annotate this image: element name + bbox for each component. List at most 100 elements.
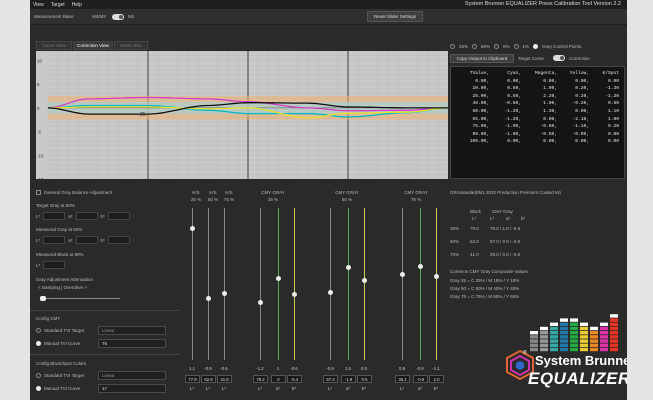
slider-value-box[interactable]: 77.9 [185,375,200,383]
output-table[interactable]: TValue, Cyan, Magenta, Yellow, K/Spot 0.00, 0.… [450,66,625,179]
eq-bar-segment [540,335,548,339]
manual-tvi-k-select[interactable]: 17 [98,384,166,393]
mode-1-label: 1% [522,43,530,49]
slider-handle[interactable] [206,296,211,301]
mode-0-radio[interactable] [494,43,500,49]
composite-row: Gray 50 = C 50% / M 40% / Y 40% [450,286,520,291]
slider-group-pct: 75 % [410,197,422,202]
eq-bar-segment [560,326,568,331]
manual-tvi-radio[interactable] [36,341,41,346]
slider-track[interactable] [348,208,349,360]
std-tvi-k-radio[interactable] [36,373,41,378]
manual-tvi-label: Manual TVI Curve [44,341,81,346]
slider-handle[interactable] [222,291,227,296]
mode-50-radio[interactable] [472,43,478,49]
slider-value-box[interactable]: 0.5 [357,375,372,383]
slider-handle[interactable] [276,276,281,281]
slider-handle[interactable] [328,290,333,295]
slider-handle[interactable] [400,272,405,277]
black-L-input[interactable] [43,261,66,269]
menu-help[interactable]: Help [72,2,82,8]
slider-handle[interactable] [418,264,423,269]
target-L-label: L* [36,213,41,219]
measured-L-input[interactable] [43,236,66,244]
slider-track[interactable] [402,208,403,360]
slider-track[interactable] [208,208,209,360]
measurement-toggle[interactable] [112,14,124,20]
eq-bar-segment [560,335,568,339]
std-tvi-k-select[interactable]: Linear [98,371,166,380]
slider-handle[interactable] [258,300,263,305]
mode-1-radio[interactable] [513,43,519,49]
slider-axis-label: b* [433,386,439,391]
slider-value: -1.2 [256,366,264,371]
slider-track[interactable] [294,208,295,360]
mode-gray-radio[interactable] [533,43,539,49]
tab-correction-view[interactable]: Correction View [73,41,113,50]
cmy-gray-header: CMY Gray [492,209,513,214]
reset-slider-button[interactable]: Reset Slider Settings [367,11,423,22]
slider-handle[interactable] [292,292,297,297]
slider-handle[interactable] [346,265,351,270]
attenuation-handle[interactable] [40,296,46,301]
slider-value-box[interactable]: 2.0 [429,375,444,383]
table-cell: -0.50, [504,101,521,107]
table-row: 90.00, -1.00, -0.50, -0.90, 0.00 [455,131,620,139]
slider-value-box[interactable]: 0 [271,375,286,383]
table-cell: 0.00, [575,78,589,84]
table-cell: -1.20, [504,108,521,114]
eq-bar-segment [540,339,548,343]
target-curve-toggle[interactable] [553,55,565,61]
slider-track[interactable] [278,208,279,360]
eq-bar-segment [580,331,588,335]
slider-value-box[interactable]: 57.3 [323,375,338,383]
slider-value: 0.9 [399,366,405,371]
eq-bar-segment [580,322,588,326]
std-tvi-radio[interactable] [36,328,41,333]
slider-track[interactable] [436,208,437,360]
slider-value-box[interactable]: 41.8 [217,375,232,383]
table-cell: -2.10, [572,116,589,122]
attenuation-track[interactable] [40,298,120,299]
table-cell: -0.20, [572,101,589,107]
target-a-input[interactable] [75,212,98,220]
eq-bar-segment [570,322,578,326]
tab-matrix-box[interactable]: Matrix Box [114,41,148,50]
manual-tvi-k-radio[interactable] [36,386,41,391]
eq-bar-segment [610,343,618,347]
manual-tvi-select[interactable]: 76 [98,339,166,348]
slider-value-box[interactable]: -1.9 [341,375,356,383]
measured-b-input[interactable] [107,236,130,244]
slider-handle[interactable] [190,226,195,231]
slider-track[interactable] [224,208,225,360]
target-L-input[interactable] [43,212,66,220]
slider-track[interactable] [364,208,365,360]
slider-handle[interactable] [362,278,367,283]
slider-track[interactable] [260,208,261,360]
mode-25-radio[interactable] [450,43,455,49]
logo-registered: ® [523,350,527,356]
table-cell: 1.90, [543,86,557,92]
slider-value-box[interactable]: -5.4 [287,375,302,383]
slider-track[interactable] [330,208,331,360]
target-b-input[interactable] [107,212,130,220]
menu-target[interactable]: Target [51,2,65,8]
slider-track[interactable] [420,208,421,360]
table-cell: 0.00, [575,139,589,145]
damping-label: < Damping | Overdrive > [38,285,87,290]
slider-value-box[interactable]: 36.1 [395,375,410,383]
slider-value-box[interactable]: 79.2 [253,375,268,383]
copy-output-button[interactable]: Copy Output to Clipboard [450,54,514,63]
slider-value-box[interactable]: -0.9 [413,375,428,383]
eq-bar-segment [580,343,588,347]
std-tvi-select[interactable]: Linear [98,326,166,335]
menu-view[interactable]: View [33,2,44,8]
chart-mode-bar: 25% 50% 0% 1% Gray Control Points [450,42,625,50]
slider-value-box[interactable]: 62.9 [201,375,216,383]
tab-curve-view[interactable]: Curve View [36,41,72,50]
measured-a-input[interactable] [75,236,98,244]
slider-handle[interactable] [434,274,439,279]
attenuation-label: Gray Adjustment Attenuation [36,277,94,282]
gray-balance-checkbox[interactable] [36,190,41,195]
eq-bar-segment [570,331,578,335]
